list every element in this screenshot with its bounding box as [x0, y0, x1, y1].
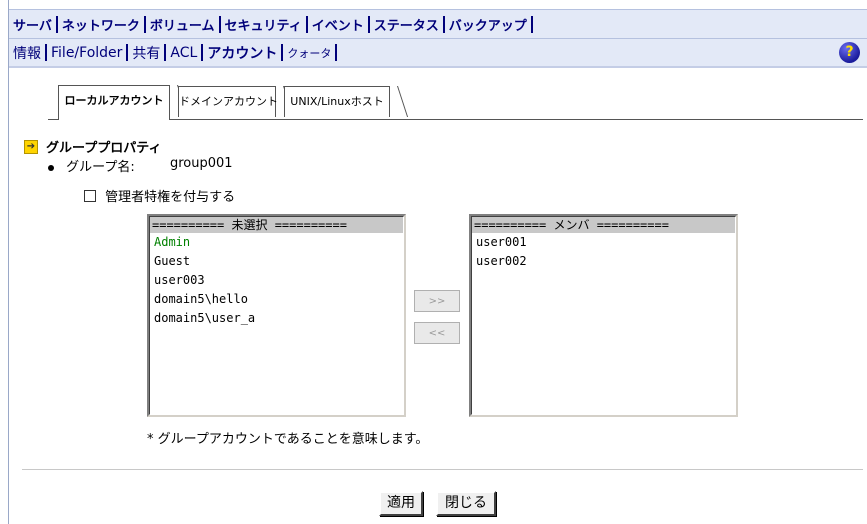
nav-status[interactable]: ステータス: [370, 15, 443, 34]
list-item[interactable]: user002: [472, 252, 735, 271]
nav-security[interactable]: セキュリティ: [221, 15, 306, 34]
add-member-button[interactable]: >>: [414, 290, 460, 312]
tab-domain-account-label: ドメインアカウント: [179, 95, 278, 108]
divider: [22, 469, 863, 470]
list-item[interactable]: Guest: [150, 252, 403, 271]
tab-local-account[interactable]: ローカルアカウント: [58, 85, 189, 120]
group-name-row: グループ名:: [48, 156, 135, 175]
admin-privilege-checkbox[interactable]: [84, 190, 96, 202]
tab-local-account-label: ローカルアカウント: [64, 94, 164, 107]
list-item[interactable]: domain5\hello: [150, 290, 403, 309]
tab-domain-account[interactable]: ドメインアカウント: [178, 86, 295, 117]
tab-unix-linux-host[interactable]: UNIX/Linuxホスト: [284, 86, 409, 117]
subnav-file-folder[interactable]: File/Folder: [47, 45, 126, 61]
subnav-account[interactable]: アカウント: [203, 43, 281, 63]
arrow-right-icon: ➔: [24, 139, 38, 154]
subnav-acl[interactable]: ACL: [166, 45, 201, 61]
section-title-text: グループプロパティ: [46, 141, 162, 156]
list-item[interactable]: domain5\user_a: [150, 309, 403, 328]
group-account-footnote: * グループアカウントであることを意味します。: [147, 432, 429, 447]
bullet-icon: [48, 164, 54, 171]
tab-edge: [387, 86, 409, 117]
group-name-value: group001: [170, 156, 233, 171]
members-list-header: ========== メンバ ==========: [472, 217, 735, 233]
main-nav: サーバ ネットワーク ボリューム セキュリティ イベント ステータス バックアッ…: [9, 9, 867, 39]
unselected-list-inner: ========== 未選択 ========== Admin Guest us…: [149, 216, 404, 415]
list-item[interactable]: user001: [472, 233, 735, 252]
tab-unix-linux-host-label: UNIX/Linuxホスト: [290, 95, 384, 108]
nav-backup[interactable]: バックアップ: [445, 15, 531, 34]
nav-volume[interactable]: ボリューム: [146, 15, 219, 34]
section-title: ➔ グループプロパティ: [24, 137, 161, 156]
nav-separator: [335, 44, 338, 61]
admin-privilege-row: 管理者特権を付与する: [84, 186, 235, 205]
subnav-quota[interactable]: クォータ: [283, 45, 335, 61]
close-button[interactable]: 閉じる: [436, 491, 496, 516]
help-icon[interactable]: ?: [839, 42, 860, 63]
group-name-label: グループ名:: [66, 160, 135, 175]
sub-nav: 情報 File/Folder 共有 ACL アカウント クォータ ?: [9, 39, 867, 68]
nav-server[interactable]: サーバ: [9, 15, 56, 34]
unselected-listbox[interactable]: ========== 未選択 ========== Admin Guest us…: [147, 214, 406, 417]
nav-event[interactable]: イベント: [308, 15, 368, 34]
list-item[interactable]: user003: [150, 271, 403, 290]
subnav-info[interactable]: 情報: [9, 43, 45, 63]
apply-button[interactable]: 適用: [379, 491, 423, 516]
unselected-list-header: ========== 未選択 ==========: [150, 217, 403, 233]
members-listbox[interactable]: ========== メンバ ========== user001 user00…: [469, 214, 738, 417]
subnav-share[interactable]: 共有: [128, 43, 164, 63]
account-tabs: ローカルアカウント ドメインアカウント UNIX/Linuxホスト: [48, 85, 863, 120]
remove-member-button[interactable]: <<: [414, 322, 460, 344]
nav-network[interactable]: ネットワーク: [58, 15, 144, 34]
left-border: [8, 0, 9, 524]
nav-separator: [530, 15, 533, 33]
admin-privilege-label: 管理者特権を付与する: [105, 190, 236, 205]
members-list-inner: ========== メンバ ========== user001 user00…: [471, 216, 736, 415]
list-item[interactable]: Admin: [150, 233, 403, 252]
